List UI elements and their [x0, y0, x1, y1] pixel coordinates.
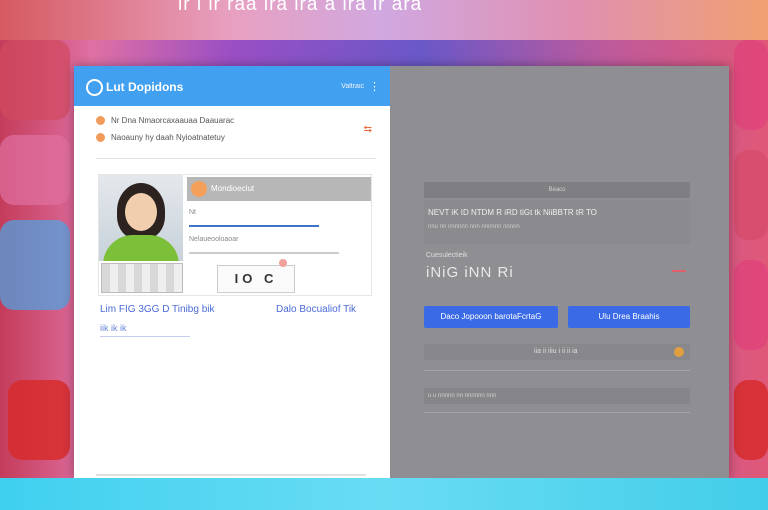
bg-tile: [734, 380, 768, 460]
primary-action-button[interactable]: Daco Jopooon barotaFcrtaG: [424, 306, 558, 328]
app-header: Lut Dopidons Valtraic ⋮: [74, 66, 390, 106]
right-panel-text: NEVT iK ID NTDM R iRD tiGt tk NiiBBTR tR…: [428, 208, 597, 217]
right-panel-row[interactable]: iia ii iiiu i ii ii ia: [424, 344, 690, 360]
secondary-action-button[interactable]: Ulu Drea Braahis: [568, 306, 690, 328]
profile-header: Mondioeciut: [187, 177, 371, 201]
bg-tile: [0, 40, 70, 120]
right-panel-title: iNiG iNN Ri: [426, 264, 514, 281]
input-underline[interactable]: [189, 252, 339, 254]
top-banner: ir i ir raa ira ira a ira ir ara: [0, 0, 768, 40]
bg-tile: [0, 220, 70, 310]
right-panel-block: NEVT iK ID NTDM R iRD tiGt tk NiiBBTR tR…: [424, 200, 690, 244]
swap-icon[interactable]: ⇆: [364, 124, 372, 135]
captcha-dot-icon: [279, 259, 287, 267]
bottom-bar: [0, 478, 768, 510]
right-panel: Beaco NEVT iK ID NTDM R iRD tiGt tk NiiB…: [390, 66, 729, 478]
bottom-divider: [96, 474, 366, 476]
bg-tile: [734, 150, 768, 240]
captcha-image: IO C: [217, 265, 295, 293]
right-panel-label: Cuesulectieik: [426, 252, 468, 259]
progress-bar: [189, 225, 319, 227]
row-status-icon: [674, 347, 684, 357]
notice-dot-icon: [96, 116, 105, 125]
profile-line2: Nelaueooloaoar: [189, 236, 239, 243]
link-underline: [100, 336, 190, 337]
app-logo-icon: [86, 79, 103, 96]
notice-line2: Naoauny hy daah Nyioatnatetuy: [111, 133, 225, 142]
notice-line1: Nr Dna Nmaorcaxaauaa Daauarac: [111, 116, 235, 125]
right-panel-subtext: nnu nn nnnnnn nnn nnnnnn nnnnn: [428, 224, 520, 230]
profile-header-label: Mondioeciut: [211, 184, 255, 193]
profile-line1: Nt: [189, 209, 196, 216]
right-panel-row-text: iia ii iiiu i ii ii ia: [534, 348, 578, 355]
secondary-link[interactable]: Dalo Bocualiof Tik: [276, 304, 356, 315]
bg-tile: [734, 260, 768, 350]
primary-link[interactable]: Lim FIG 3GG D Tinibg bik: [100, 304, 214, 315]
avatar-shirt: [103, 235, 179, 261]
profile-details: Nt Nelaueooloaoar: [189, 209, 371, 263]
divider: [96, 158, 376, 159]
notice-line: Naoauny hy daah Nyioatnatetuy: [96, 133, 376, 142]
app-title: Lut Dopidons: [106, 80, 184, 94]
left-panel: Lut Dopidons Valtraic ⋮ Nr Dna Nmaorcaxa…: [74, 66, 390, 478]
notice-line: Nr Dna Nmaorcaxaauaa Daauarac: [96, 116, 376, 125]
bg-tile: [734, 40, 768, 130]
kebab-menu-icon[interactable]: ⋮: [369, 80, 380, 93]
bg-tile: [8, 380, 70, 460]
avatar-face: [125, 193, 157, 231]
link-row: Lim FIG 3GG D Tinibg bik Dalo Bocualiof …: [100, 304, 380, 337]
notice-block: Nr Dna Nmaorcaxaauaa Daauarac Naoauny hy…: [96, 116, 376, 150]
app-window: Lut Dopidons Valtraic ⋮ Nr Dna Nmaorcaxa…: [74, 66, 729, 478]
right-panel-divider: [424, 412, 690, 413]
header-link[interactable]: Valtraic: [341, 83, 364, 90]
right-panel-header: Beaco: [424, 182, 690, 198]
right-panel-footer: u u nnnnn nn nnnnnn nnn: [424, 388, 690, 404]
right-panel-marker: [672, 270, 686, 272]
thumbnail-strip[interactable]: [101, 263, 183, 293]
profile-card: Mondioeciut Nt Nelaueooloaoar IO C: [98, 174, 372, 296]
sub-link[interactable]: iik ik ik: [100, 323, 380, 333]
right-panel-divider: [424, 370, 690, 371]
banner-title: ir i ir raa ira ira a ira ir ara: [178, 0, 423, 15]
bg-tile: [0, 135, 70, 205]
avatar: [99, 175, 183, 261]
profile-badge-icon: [191, 181, 207, 197]
notice-dot-icon: [96, 133, 105, 142]
